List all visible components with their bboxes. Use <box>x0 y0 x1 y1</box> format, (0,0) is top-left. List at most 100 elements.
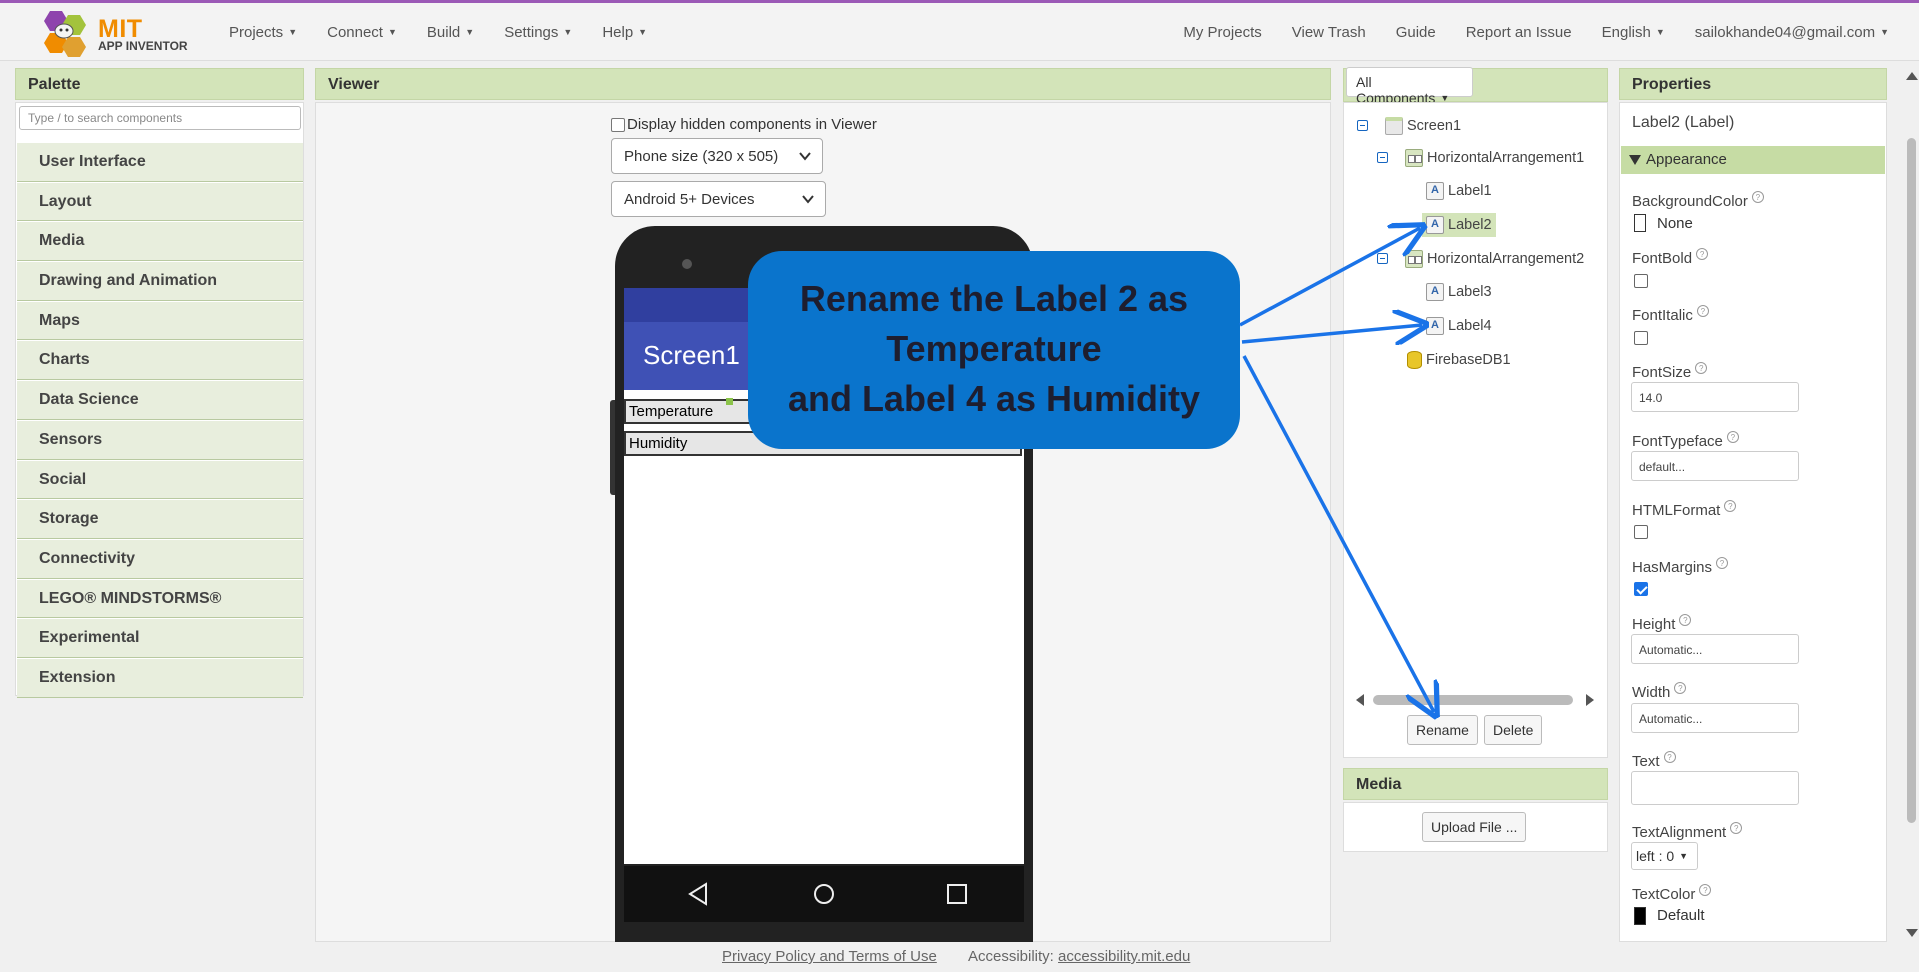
properties-header: Properties <box>1619 68 1887 100</box>
palette-search-input[interactable]: Type / to search components <box>19 106 301 130</box>
palette-category-media[interactable]: Media <box>17 222 303 262</box>
link-guide[interactable]: Guide <box>1396 24 1436 41</box>
menu-settings[interactable]: Settings ▼ <box>504 24 572 41</box>
help-icon[interactable]: ? <box>1751 191 1764 203</box>
scroll-up-arrow[interactable] <box>1906 72 1918 80</box>
help-icon[interactable]: ? <box>1724 500 1737 512</box>
palette-category-user-interface[interactable]: User Interface <box>17 143 303 182</box>
prop-height-label: Height? <box>1632 614 1692 633</box>
tree-node-label4[interactable]: A Label4 <box>1426 317 1492 335</box>
viewer-header: Viewer <box>315 68 1331 100</box>
help-icon[interactable]: ? <box>1695 362 1708 374</box>
palette-category-data-science[interactable]: Data Science <box>17 381 303 420</box>
caret-down-icon: ▼ <box>387 26 397 37</box>
text-color-value[interactable]: Default <box>1657 907 1705 924</box>
help-icon[interactable]: ? <box>1696 248 1709 260</box>
text-color-swatch[interactable] <box>1634 907 1646 925</box>
instruction-callout: Rename the Label 2 as Temperature and La… <box>748 251 1240 449</box>
tree-node-label: Label2 <box>1448 217 1492 233</box>
display-hidden-checkbox[interactable] <box>611 117 625 132</box>
tree-node-label2[interactable]: A Label2 <box>1422 213 1496 237</box>
scroll-right-arrow[interactable] <box>1586 694 1594 706</box>
menu-projects[interactable]: Projects ▼ <box>229 24 297 41</box>
privacy-policy-link[interactable]: Privacy Policy and Terms of Use <box>722 948 937 965</box>
text-textarea[interactable] <box>1631 771 1799 805</box>
phone-screen-content[interactable] <box>624 390 1024 864</box>
palette-category-experimental[interactable]: Experimental <box>17 619 303 658</box>
upload-file-button[interactable]: Upload File ... <box>1422 812 1527 842</box>
palette-category-extension[interactable]: Extension <box>17 658 303 698</box>
background-color-swatch[interactable] <box>1634 214 1646 232</box>
rename-button[interactable]: Rename <box>1407 715 1478 745</box>
tree-node-horizontal-arrangement1[interactable]: HorizontalArrangement1 <box>1405 149 1584 167</box>
palette-category-charts[interactable]: Charts <box>17 341 303 381</box>
palette-category-sensors[interactable]: Sensors <box>17 420 303 460</box>
font-typeface-input[interactable]: default... <box>1631 451 1799 481</box>
delete-button[interactable]: Delete <box>1484 715 1543 745</box>
page-scrollbar-thumb[interactable] <box>1907 138 1916 823</box>
all-components-dropdown[interactable]: All Components ▼ <box>1346 67 1473 106</box>
horizontal-scrollbar[interactable] <box>1373 695 1573 705</box>
home-icon <box>814 884 834 904</box>
tree-node-label1[interactable]: A Label1 <box>1426 182 1492 200</box>
section-label: Appearance <box>1646 151 1727 168</box>
appearance-section-toggle[interactable]: Appearance <box>1621 146 1885 174</box>
chevron-down-icon <box>799 152 811 161</box>
font-italic-checkbox[interactable] <box>1634 331 1648 345</box>
palette-category-maps[interactable]: Maps <box>17 301 303 341</box>
link-report-issue[interactable]: Report an Issue <box>1466 24 1572 41</box>
display-hidden-toggle[interactable]: Display hidden components in Viewer <box>611 116 877 133</box>
html-format-checkbox[interactable] <box>1634 525 1648 539</box>
help-icon[interactable]: ? <box>1726 431 1739 443</box>
collapse-toggle-ha1[interactable] <box>1377 152 1388 163</box>
text-alignment-select[interactable]: left : 0 ▼ <box>1631 842 1698 870</box>
scroll-left-arrow[interactable] <box>1356 694 1364 706</box>
height-input[interactable]: Automatic... <box>1631 634 1799 664</box>
help-icon[interactable]: ? <box>1674 682 1687 694</box>
menu-connect[interactable]: Connect ▼ <box>327 24 397 41</box>
font-size-input[interactable]: 14.0 <box>1631 382 1799 412</box>
link-view-trash[interactable]: View Trash <box>1292 24 1366 41</box>
help-icon[interactable]: ? <box>1663 751 1676 763</box>
help-icon[interactable]: ? <box>1730 822 1743 834</box>
width-input[interactable]: Automatic... <box>1631 703 1799 733</box>
tree-node-screen1[interactable]: Screen1 <box>1385 117 1461 135</box>
palette-category-connectivity[interactable]: Connectivity <box>17 539 303 579</box>
palette-category-lego-mindstorms[interactable]: LEGO® MINDSTORMS® <box>17 579 303 619</box>
accessibility-link[interactable]: accessibility.mit.edu <box>1058 948 1190 965</box>
caret-down-icon: ▼ <box>563 26 573 37</box>
components-tree-panel <box>1343 102 1608 758</box>
help-icon[interactable]: ? <box>1679 614 1692 626</box>
database-icon <box>1407 351 1422 369</box>
menu-help[interactable]: Help ▼ <box>602 24 647 41</box>
background-color-value[interactable]: None <box>1657 215 1693 232</box>
help-icon[interactable]: ? <box>1716 557 1729 569</box>
app-inventor-logo[interactable]: MIT APP INVENTOR <box>36 7 196 59</box>
palette-category-social[interactable]: Social <box>17 460 303 500</box>
phone-size-select[interactable]: Phone size (320 x 505) <box>611 138 823 174</box>
has-margins-checkbox[interactable] <box>1634 582 1648 596</box>
account-email-menu[interactable]: sailokhande04@gmail.com ▼ <box>1695 24 1889 41</box>
help-icon[interactable]: ? <box>1699 884 1712 896</box>
tree-node-label3[interactable]: A Label3 <box>1426 283 1492 301</box>
tree-node-firebasedb1[interactable]: FirebaseDB1 <box>1407 351 1511 369</box>
collapse-toggle-screen1[interactable] <box>1357 120 1368 131</box>
help-icon[interactable]: ? <box>1696 305 1709 317</box>
palette-category-storage[interactable]: Storage <box>17 500 303 539</box>
font-bold-checkbox[interactable] <box>1634 274 1648 288</box>
prop-text-alignment-label: TextAlignment? <box>1632 822 1743 841</box>
device-select[interactable]: Android 5+ Devices <box>611 181 826 217</box>
language-menu[interactable]: English ▼ <box>1602 24 1665 41</box>
prop-font-italic-label: FontItalic? <box>1632 305 1709 324</box>
palette-header: Palette <box>15 68 304 100</box>
selected-component-name: Label2 (Label) <box>1632 114 1735 131</box>
palette-category-drawing-animation[interactable]: Drawing and Animation <box>17 262 303 301</box>
link-my-projects[interactable]: My Projects <box>1183 24 1261 41</box>
tree-node-label: Screen1 <box>1407 118 1462 134</box>
collapse-toggle-ha2[interactable] <box>1377 253 1388 264</box>
menu-build[interactable]: Build ▼ <box>427 24 474 41</box>
tree-node-horizontal-arrangement2[interactable]: HorizontalArrangement2 <box>1405 250 1584 268</box>
label-icon: A <box>1426 182 1444 200</box>
scroll-down-arrow[interactable] <box>1906 929 1918 937</box>
palette-category-layout[interactable]: Layout <box>17 182 303 222</box>
